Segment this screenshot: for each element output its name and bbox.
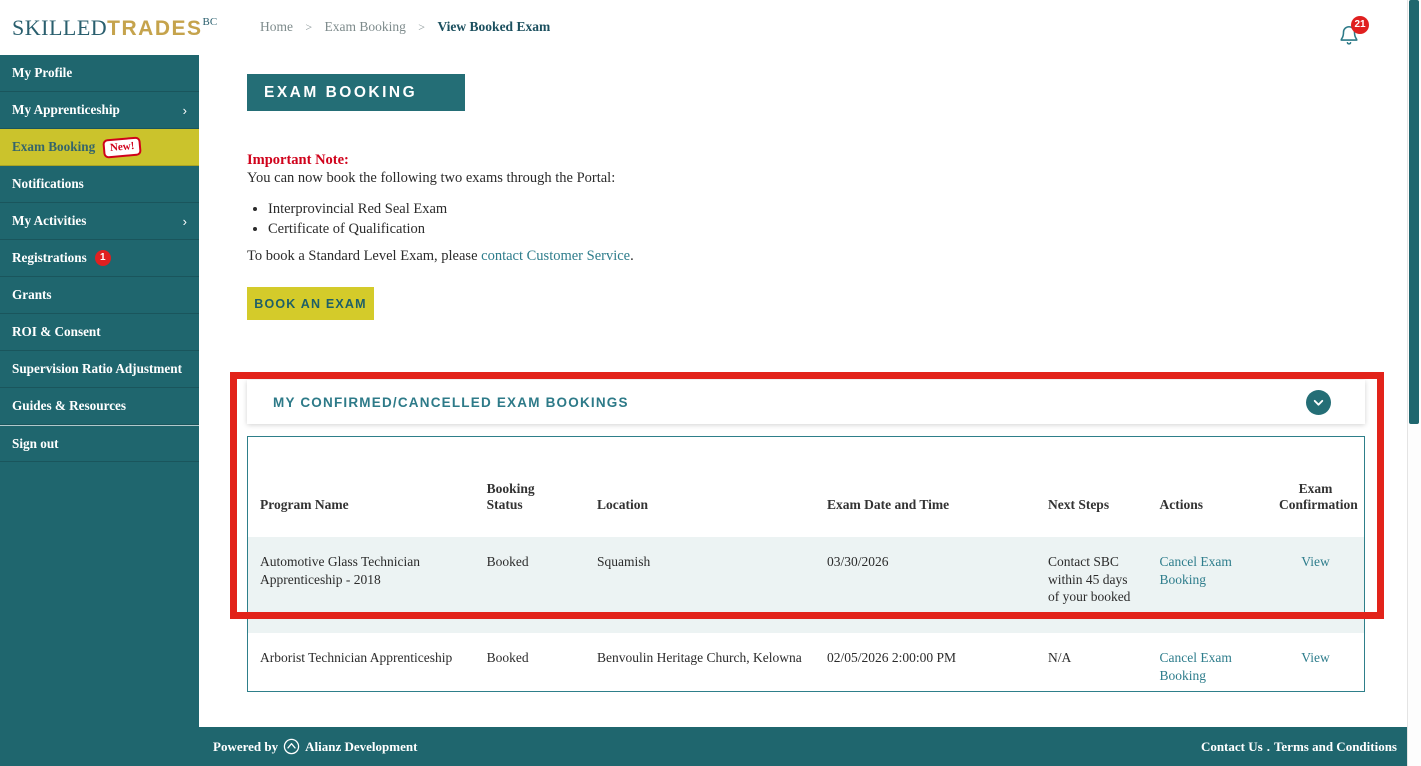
- page-title-banner: EXAM BOOKING: [247, 74, 465, 111]
- bookings-table: Program Name Booking Status Location Exa…: [248, 437, 1364, 704]
- sidebar-item-my-activities[interactable]: My Activities ›: [0, 203, 199, 240]
- notification-bell-button[interactable]: 21: [1338, 18, 1372, 52]
- view-confirmation-link[interactable]: View: [1301, 554, 1329, 569]
- static-text: To book a Standard Level Exam, please: [247, 248, 481, 264]
- sidebar-item-grants[interactable]: Grants: [0, 277, 199, 314]
- bookings-table-card: Program Name Booking Status Location Exa…: [247, 436, 1365, 692]
- accordion-title: MY CONFIRMED/CANCELLED EXAM BOOKINGS: [273, 395, 629, 410]
- breadcrumb-separator: >: [305, 20, 312, 34]
- sidebar-item-label: Exam Booking: [12, 139, 95, 155]
- cell-exam-date: 02/05/2026 2:00:00 PM: [815, 633, 1036, 704]
- column-header-next-steps: Next Steps: [1036, 437, 1148, 537]
- sidebar-item-label: My Activities: [12, 213, 86, 229]
- important-note-title: Important Note:: [247, 152, 349, 169]
- cell-next-steps: N/A: [1036, 633, 1148, 704]
- column-header-location: Location: [585, 437, 815, 537]
- standard-exam-note: To book a Standard Level Exam, please co…: [247, 248, 634, 265]
- sidebar-item-label: My Profile: [12, 65, 72, 81]
- column-header-program-name: Program Name: [248, 437, 475, 537]
- cell-program-name: Automotive Glass Technician Apprenticesh…: [248, 537, 475, 633]
- sidebar-item-label: Notifications: [12, 176, 84, 192]
- sidebar-item-my-profile[interactable]: My Profile: [0, 55, 199, 92]
- company-name: Alianz Development: [305, 739, 417, 755]
- accordion-collapse-button[interactable]: [1306, 390, 1331, 415]
- sidebar-item-roi-consent[interactable]: ROI & Consent: [0, 314, 199, 351]
- cell-exam-date: 03/30/2026: [815, 537, 1036, 633]
- sidebar-item-label: Grants: [12, 287, 52, 303]
- breadcrumb-separator: >: [418, 20, 425, 34]
- important-note-body: You can now book the following two exams…: [247, 170, 615, 187]
- skilledtradesbc-logo[interactable]: SKILLEDTRADESBC: [12, 15, 217, 41]
- sidebar-item-label: Supervision Ratio Adjustment: [12, 361, 182, 377]
- sidebar-item-label: Registrations: [12, 250, 87, 266]
- cell-location: Squamish: [585, 537, 815, 633]
- cell-program-name: Arborist Technician Apprenticeship: [248, 633, 475, 704]
- notification-count-badge: 21: [1351, 16, 1369, 34]
- sidebar-item-label: Guides & Resources: [12, 398, 126, 414]
- chevron-right-icon: ›: [183, 214, 187, 229]
- column-header-exam-date: Exam Date and Time: [815, 437, 1036, 537]
- breadcrumb-current-page: View Booked Exam: [437, 19, 550, 34]
- column-header-booking-status: Booking Status: [475, 437, 585, 537]
- view-confirmation-link[interactable]: View: [1301, 650, 1329, 665]
- cell-next-steps: Contact SBC within 45 days of your booke…: [1036, 537, 1148, 633]
- sidebar-nav: My Profile My Apprenticeship › Exam Book…: [0, 55, 199, 766]
- sidebar-item-registrations[interactable]: Registrations 1: [0, 240, 199, 277]
- bookings-accordion-header[interactable]: MY CONFIRMED/CANCELLED EXAM BOOKINGS: [247, 380, 1365, 424]
- sidebar-item-label: ROI & Consent: [12, 324, 101, 340]
- cancel-exam-booking-link[interactable]: Cancel Exam Booking: [1160, 554, 1232, 587]
- new-badge: New!: [102, 136, 142, 158]
- top-header: SKILLEDTRADESBC Home > Exam Booking > Vi…: [0, 0, 1421, 55]
- sidebar-item-my-apprenticeship[interactable]: My Apprenticeship ›: [0, 92, 199, 129]
- sidebar-item-exam-booking[interactable]: Exam Booking New!: [0, 129, 199, 166]
- cancel-exam-booking-link[interactable]: Cancel Exam Booking: [1160, 650, 1232, 683]
- cell-location: Benvoulin Heritage Church, Kelowna: [585, 633, 815, 704]
- sidebar-item-guides-resources[interactable]: Guides & Resources: [0, 388, 199, 425]
- cell-booking-status: Booked: [475, 633, 585, 704]
- powered-by-label: Powered by: [213, 739, 278, 755]
- sidebar-item-label: My Apprenticeship: [12, 102, 120, 118]
- alianz-logo-icon: [283, 738, 300, 755]
- chevron-right-icon: ›: [183, 103, 187, 118]
- sidebar-item-label: Sign out: [12, 436, 59, 452]
- table-header-row: Program Name Booking Status Location Exa…: [248, 437, 1364, 537]
- column-header-exam-confirmation: Exam Confirmation: [1267, 437, 1364, 537]
- footer: Powered by Alianz Development Contact Us…: [0, 727, 1407, 766]
- registrations-count-badge: 1: [95, 250, 111, 266]
- logo-bc-text: BC: [203, 16, 218, 28]
- sidebar-item-sign-out[interactable]: Sign out: [0, 425, 199, 462]
- list-item: Certificate of Qualification: [268, 221, 447, 238]
- footer-link-separator: .: [1267, 739, 1270, 754]
- book-an-exam-button[interactable]: BOOK AN EXAM: [247, 287, 374, 320]
- vertical-scrollbar-thumb[interactable]: [1409, 0, 1419, 424]
- cell-booking-status: Booked: [475, 537, 585, 633]
- exam-types-list: Interprovincial Red Seal Exam Certificat…: [268, 201, 447, 241]
- breadcrumb-exam-booking[interactable]: Exam Booking: [325, 19, 406, 34]
- static-text: .: [630, 248, 634, 264]
- sidebar-item-supervision-ratio[interactable]: Supervision Ratio Adjustment: [0, 351, 199, 388]
- breadcrumb-home[interactable]: Home: [260, 19, 293, 34]
- logo-skilled-text: SKILLED: [12, 15, 107, 40]
- chevron-down-icon: [1312, 396, 1325, 409]
- footer-powered-by: Powered by Alianz Development: [213, 738, 417, 755]
- table-row: Automotive Glass Technician Apprenticesh…: [248, 537, 1364, 633]
- contact-customer-service-link[interactable]: contact Customer Service: [481, 248, 630, 264]
- page-title: EXAM BOOKING: [264, 84, 417, 102]
- vertical-scrollbar-track[interactable]: [1407, 0, 1421, 766]
- terms-and-conditions-link[interactable]: Terms and Conditions: [1274, 739, 1397, 754]
- column-header-actions: Actions: [1148, 437, 1267, 537]
- breadcrumb: Home > Exam Booking > View Booked Exam: [260, 19, 559, 35]
- contact-us-link[interactable]: Contact Us: [1201, 739, 1263, 754]
- table-row: Arborist Technician Apprenticeship Booke…: [248, 633, 1364, 704]
- logo-trades-text: TRADES: [107, 17, 202, 40]
- list-item: Interprovincial Red Seal Exam: [268, 201, 447, 218]
- footer-links: Contact Us. Terms and Conditions: [1201, 739, 1397, 755]
- sidebar-item-notifications[interactable]: Notifications: [0, 166, 199, 203]
